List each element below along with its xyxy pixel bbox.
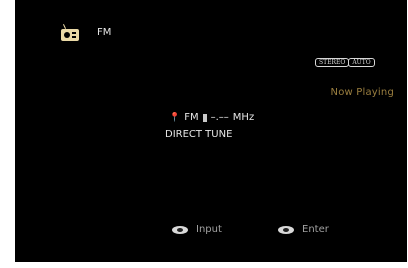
enter-knob-icon bbox=[278, 225, 294, 234]
enter-hint-label: Enter bbox=[302, 224, 329, 235]
radio-icon bbox=[61, 24, 79, 41]
now-playing-label: Now Playing bbox=[330, 87, 394, 98]
location-pin-icon: 📍 bbox=[169, 112, 181, 123]
tune-mode-label: DIRECT TUNE bbox=[165, 129, 233, 140]
input-hint[interactable]: Input bbox=[172, 224, 222, 235]
signal-badges: STEREO AUTO bbox=[315, 58, 375, 67]
source-label: FM bbox=[97, 27, 112, 38]
frequency-unit: MHz bbox=[232, 112, 255, 123]
tuner-screen: FM STEREO AUTO Now Playing 📍 FM –.–– MHz… bbox=[15, 0, 407, 262]
input-knob-icon bbox=[172, 225, 188, 234]
auto-badge: AUTO bbox=[348, 58, 375, 67]
input-hint-label: Input bbox=[196, 224, 222, 235]
stereo-badge: STEREO bbox=[315, 58, 350, 67]
frequency-line: 📍 FM –.–– MHz bbox=[169, 112, 254, 123]
enter-hint[interactable]: Enter bbox=[278, 224, 329, 235]
frequency-value: –.–– bbox=[210, 112, 229, 123]
input-cursor bbox=[202, 113, 207, 122]
band-label: FM bbox=[184, 112, 199, 123]
